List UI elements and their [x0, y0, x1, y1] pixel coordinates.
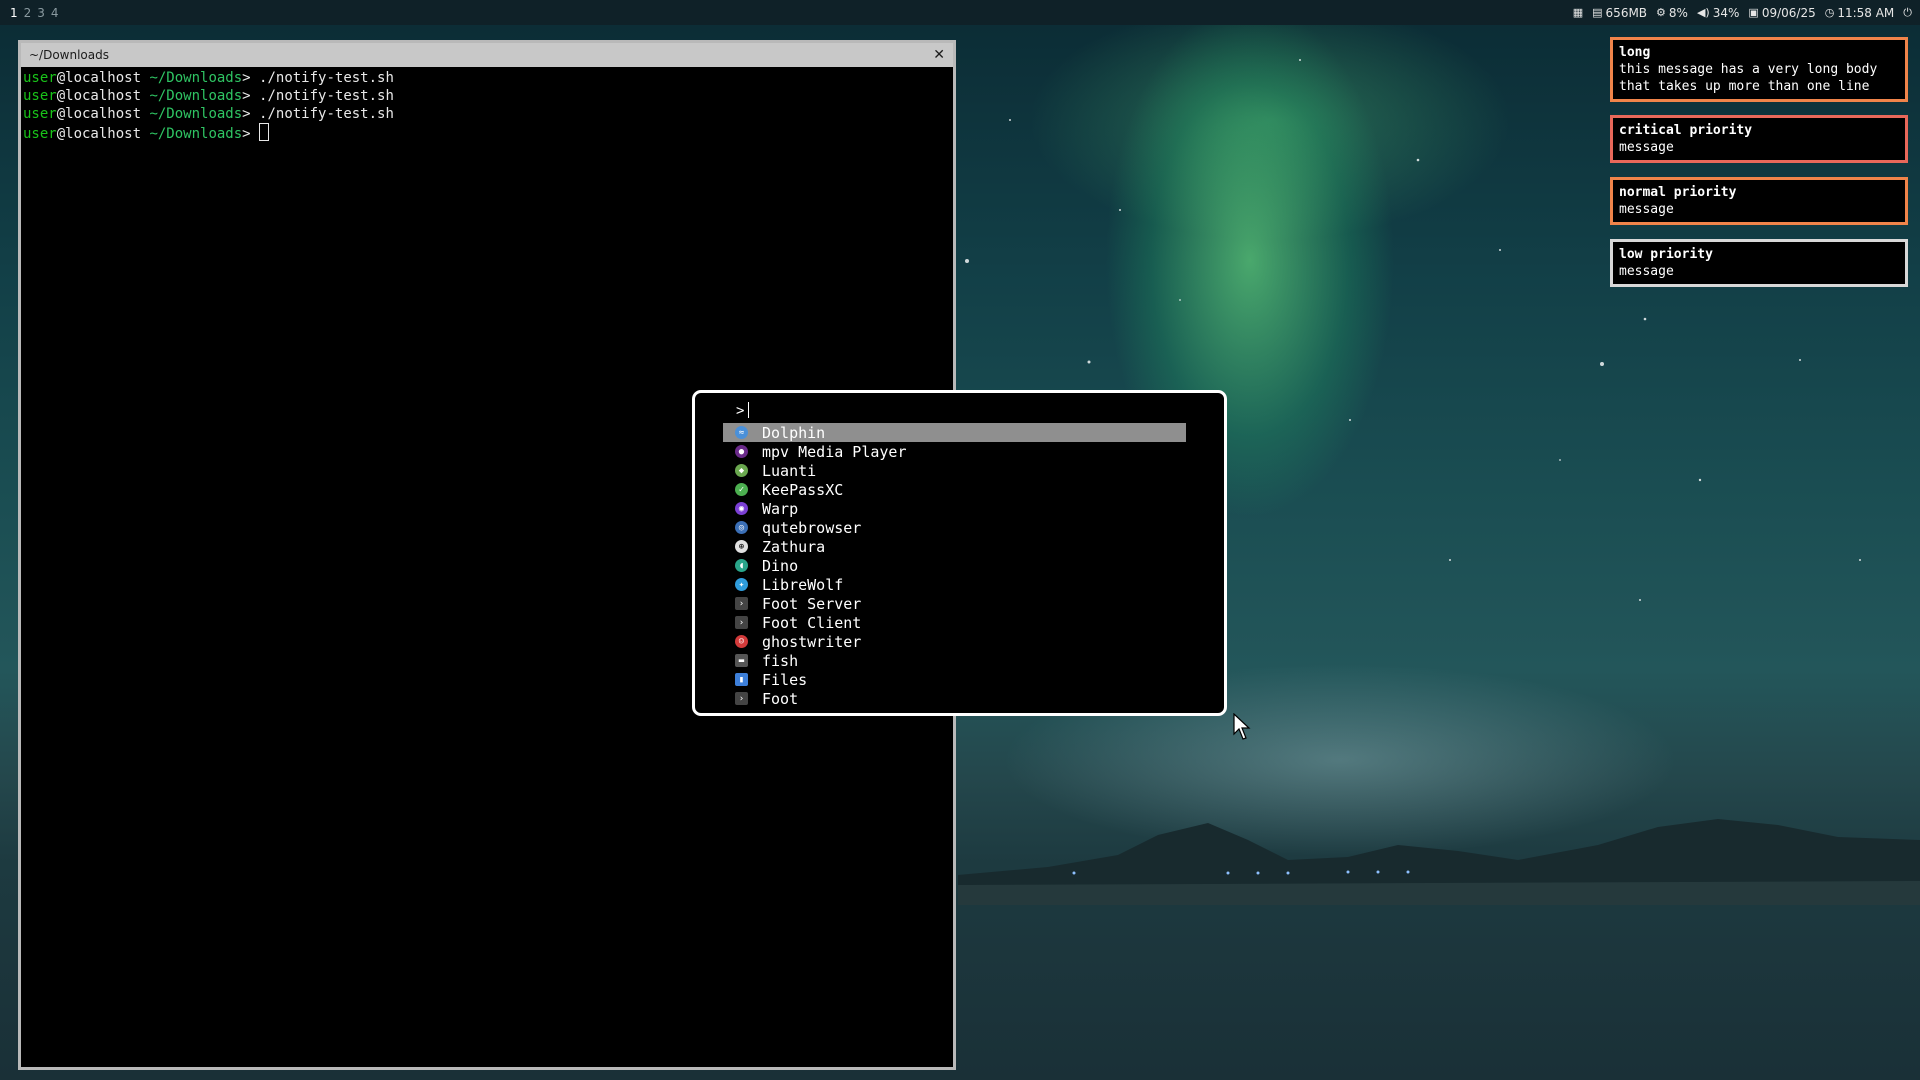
terminal-line: user@localhost ~/Downloads> ./notify-tes… — [23, 88, 394, 104]
workspace-switcher: 1 2 3 4 — [0, 6, 59, 20]
terminal-titlebar[interactable]: ~/Downloads ✕ — [21, 43, 953, 67]
launcher-item-label: Luanti — [762, 461, 817, 480]
launcher-item-label: Files — [762, 670, 808, 689]
terminal-icon: › — [735, 692, 748, 705]
launcher-item-label: qutebrowser — [762, 518, 862, 537]
memory-icon: ▤ — [1592, 6, 1603, 19]
launcher-item-label: Dino — [762, 556, 799, 575]
notification-body: message — [1619, 264, 1674, 279]
wallpaper-landscape — [958, 819, 1920, 905]
text-caret — [748, 402, 750, 418]
launcher-item[interactable]: ▬ fish — [723, 651, 1186, 670]
launcher-item-label: Zathura — [762, 537, 826, 556]
launcher-item-label: fish — [762, 651, 799, 670]
terminal-line: user@localhost ~/Downloads> ./notify-tes… — [23, 106, 394, 122]
luanti-icon: ◆ — [735, 464, 748, 477]
workspace-3[interactable]: 3 — [37, 6, 45, 20]
dino-icon: ◖ — [735, 559, 748, 572]
notification-body: message — [1619, 140, 1674, 155]
launcher-item[interactable]: ◖ Dino — [723, 556, 1186, 575]
terminal-line: user@localhost ~/Downloads> ./notify-tes… — [23, 70, 394, 86]
launcher-item-label: mpv Media Player — [762, 442, 907, 461]
launcher-item[interactable]: ● mpv Media Player — [723, 442, 1186, 461]
keepassxc-icon: ✓ — [735, 483, 748, 496]
clock-icon: ◷ — [1824, 6, 1835, 19]
launcher-item-label: Dolphin — [762, 423, 826, 442]
mouse-pointer-icon — [1233, 713, 1251, 740]
volume-indicator[interactable]: ◀) 34% — [1697, 6, 1739, 20]
launcher-item-label: Foot Server — [762, 594, 862, 613]
notification[interactable]: critical priority message — [1610, 115, 1908, 163]
volume-value: 34% — [1712, 5, 1740, 20]
notification-title: critical priority — [1619, 123, 1753, 138]
launcher-item[interactable]: ⊕ Zathura — [723, 537, 1186, 556]
notification[interactable]: normal priority message — [1610, 177, 1908, 225]
cpu-value: 8% — [1668, 5, 1688, 20]
terminal-cursor — [259, 123, 270, 141]
app-launcher[interactable]: > ≈ Dolphin ● mpv Media Player ◆ Luanti ✓ KeePa… — [692, 390, 1227, 716]
date-value: 09/06/25 — [1761, 5, 1816, 20]
launcher-item-label: KeePassXC — [762, 480, 844, 499]
workspace-1[interactable]: 1 — [10, 6, 18, 20]
top-bar: 1 2 3 4 ▦ ▤ 656MB ⚙ 8% ◀) 34% ▣ 09/06/25… — [0, 0, 1920, 25]
launcher-item-label: LibreWolf — [762, 575, 844, 594]
terminal-title: ~/Downloads — [29, 48, 109, 62]
launcher-item[interactable]: ◉ Warp — [723, 499, 1186, 518]
launcher-item[interactable]: ≈ Dolphin — [723, 423, 1186, 442]
launcher-item[interactable]: ◎ qutebrowser — [723, 518, 1186, 537]
network-icon: ▦ — [1572, 6, 1584, 19]
app-list: ≈ Dolphin ● mpv Media Player ◆ Luanti ✓ KeePass… — [723, 423, 1196, 708]
mpv-icon: ● — [735, 445, 748, 458]
notification-title: long — [1619, 45, 1651, 60]
notification[interactable]: low priority message — [1610, 239, 1908, 287]
launcher-item-label: Foot — [762, 689, 799, 708]
notification[interactable]: long this message has a very long body th… — [1610, 37, 1908, 102]
launcher-item[interactable]: ✓ KeePassXC — [723, 480, 1186, 499]
launcher-search-input[interactable]: > — [723, 401, 1196, 421]
dolphin-icon: ≈ — [735, 426, 748, 439]
workspace-4[interactable]: 4 — [51, 6, 59, 20]
launcher-item[interactable]: ◆ Luanti — [723, 461, 1186, 480]
close-icon[interactable]: ✕ — [933, 47, 945, 63]
cpu-indicator: ⚙ 8% — [1656, 6, 1688, 20]
time-value: 11:58 AM — [1837, 5, 1895, 20]
terminal-output[interactable]: user@localhost ~/Downloads> ./notify-tes… — [21, 67, 953, 145]
memory-indicator: ▤ 656MB — [1592, 6, 1647, 20]
notification-body: this message has a very long body that t… — [1619, 62, 1878, 94]
librewolf-icon: ✦ — [735, 578, 748, 591]
warp-icon: ◉ — [735, 502, 748, 515]
launcher-item[interactable]: ✦ LibreWolf — [723, 575, 1186, 594]
launcher-item[interactable]: ☺ ghostwriter — [723, 632, 1186, 651]
ghostwriter-icon: ☺ — [735, 635, 748, 648]
clock-indicator: ◷ 11:58 AM — [1825, 6, 1895, 20]
launcher-item[interactable]: › Foot Server — [723, 594, 1186, 613]
launcher-item[interactable]: ▮ Files — [723, 670, 1186, 689]
files-icon: ▮ — [735, 673, 748, 686]
notification-title: low priority — [1619, 247, 1713, 262]
launcher-item-label: Warp — [762, 499, 799, 518]
notification-body: message — [1619, 202, 1674, 217]
launcher-item-label: ghostwriter — [762, 632, 862, 651]
prompt-symbol: > — [736, 403, 745, 419]
network-indicator[interactable]: ▦ — [1573, 6, 1583, 19]
memory-value: 656MB — [1605, 5, 1648, 20]
power-button[interactable]: ⏻ — [1903, 6, 1912, 20]
workspace-2[interactable]: 2 — [24, 6, 32, 20]
terminal-line: user@localhost ~/Downloads> — [23, 123, 951, 143]
date-indicator: ▣ 09/06/25 — [1748, 6, 1815, 20]
power-icon: ⏻ — [1903, 5, 1912, 19]
zathura-icon: ⊕ — [735, 540, 748, 553]
terminal-icon: › — [735, 616, 748, 629]
fish-icon: ▬ — [735, 654, 748, 667]
calendar-icon: ▣ — [1748, 6, 1759, 19]
launcher-item-label: Foot Client — [762, 613, 862, 632]
launcher-item[interactable]: › Foot Client — [723, 613, 1186, 632]
qutebrowser-icon: ◎ — [735, 521, 748, 534]
launcher-item[interactable]: › Foot — [723, 689, 1186, 708]
notification-title: normal priority — [1619, 185, 1737, 200]
terminal-icon: › — [735, 597, 748, 610]
cpu-icon: ⚙ — [1656, 6, 1666, 19]
volume-icon: ◀) — [1696, 6, 1710, 19]
status-area: ▦ ▤ 656MB ⚙ 8% ◀) 34% ▣ 09/06/25 ◷ 11:58… — [1573, 6, 1920, 20]
